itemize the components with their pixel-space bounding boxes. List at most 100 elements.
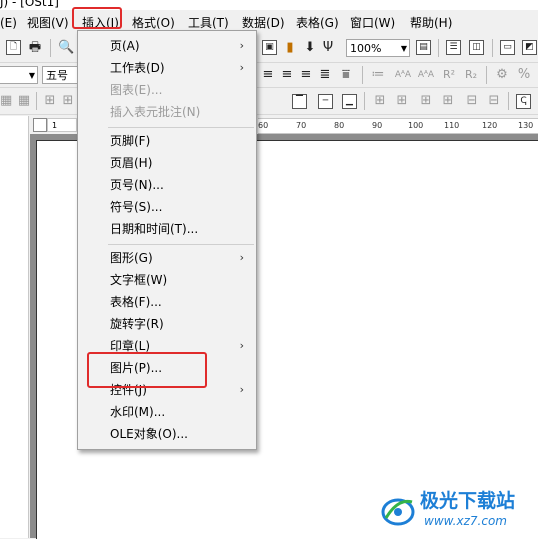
ruler-tick-label: 90	[372, 121, 383, 130]
char-spacing-icon[interactable]: AᴬA	[393, 67, 413, 83]
menu-item-chart[interactable]: 图表(E)...	[78, 79, 256, 101]
view-icon[interactable]: ▤	[416, 40, 431, 55]
printer-icon[interactable]: 🖶	[27, 40, 43, 56]
border-top-icon[interactable]: ▔	[292, 94, 307, 109]
menu-item-page[interactable]: 页(A) ›	[78, 35, 256, 57]
ruler-tick-label: 110	[444, 121, 460, 130]
toolbar-separator	[492, 39, 493, 57]
cell-split-icon[interactable]: ⊞	[60, 93, 76, 109]
toolbar-separator	[36, 92, 37, 110]
chevron-right-icon: ›	[239, 251, 244, 264]
toolbar-separator	[364, 92, 365, 110]
direction-icon[interactable]: ↅ	[516, 94, 531, 109]
row-insert-icon[interactable]: ⊞	[418, 93, 434, 109]
ruler-left-segment: 1	[47, 118, 77, 132]
toolbar-separator	[438, 39, 439, 57]
font-name-select[interactable]: ▼	[0, 66, 38, 84]
menu-view[interactable]: 视图(V)	[27, 14, 69, 32]
menu-item-ole-object[interactable]: OLE对象(O)...	[78, 423, 256, 445]
ruler-tick-label: 100	[408, 121, 424, 130]
menu-item-header[interactable]: 页眉(H)	[78, 152, 256, 174]
row-insert-icon[interactable]: ⊞	[440, 93, 456, 109]
menu-table[interactable]: 表格(G)	[296, 14, 339, 32]
menu-help[interactable]: 帮助(H)	[410, 14, 452, 32]
toolbar-separator	[486, 66, 487, 84]
chevron-down-icon: ▼	[400, 44, 407, 53]
window-icon[interactable]: ▭	[500, 40, 515, 55]
menu-edit[interactable]: (E)	[0, 14, 17, 32]
cell-merge-icon[interactable]: ⊞	[42, 93, 58, 109]
menu-item-watermark[interactable]: 水印(M)...	[78, 401, 256, 423]
chevron-right-icon: ›	[239, 39, 244, 52]
find-icon[interactable]: 🔍	[58, 40, 74, 56]
align-right-icon[interactable]: ≡	[298, 67, 314, 83]
toolbar-separator	[362, 66, 363, 84]
col-insert-icon[interactable]: ⊞	[394, 93, 410, 109]
ruler-tick-label: 130	[518, 121, 534, 130]
image-icon[interactable]: ▣	[262, 40, 277, 55]
symbol-icon[interactable]: Ψ	[320, 40, 336, 56]
ruler-tick-label: 70	[296, 121, 307, 130]
highlight-picture-item	[87, 352, 207, 388]
print-preview-icon[interactable]: 🗋	[6, 40, 21, 55]
watermark-url: www.xz7.com	[424, 514, 507, 528]
chevron-down-icon: ▼	[28, 71, 35, 80]
font-size-select[interactable]: 五号	[42, 66, 78, 84]
table-icon[interactable]: ▦	[0, 93, 12, 109]
justify-icon[interactable]: ≣	[317, 67, 333, 83]
menu-item-insert-comment[interactable]: 插入表元批注(N)	[78, 101, 256, 123]
superscript-icon[interactable]: R²	[440, 67, 458, 83]
menu-item-page-number[interactable]: 页号(N)...	[78, 174, 256, 196]
site-watermark: 极光下载站 www.xz7.com	[380, 482, 538, 538]
zoom-select[interactable]: 100% ▼	[346, 39, 410, 57]
align-center-icon[interactable]: ≡	[279, 67, 295, 83]
chevron-right-icon: ›	[239, 339, 244, 352]
char-scale-icon[interactable]: AᴬA	[416, 67, 436, 83]
menu-item-table[interactable]: 表格(F)...	[78, 291, 256, 313]
menu-item-rotated-text[interactable]: 旋转字(R)	[78, 313, 256, 335]
distribute-icon[interactable]: ⩸	[338, 67, 354, 83]
percent-icon[interactable]: %	[516, 67, 532, 83]
col-delete-icon[interactable]: ⊟	[486, 93, 502, 109]
menu-item-text-box[interactable]: 文字框(W)	[78, 269, 256, 291]
watermark-brand: 极光下载站	[420, 490, 516, 512]
ruler-tick-label: 120	[482, 121, 498, 130]
chevron-right-icon: ›	[239, 61, 244, 74]
align-left-icon[interactable]: ≡	[260, 67, 276, 83]
window-title: J) - [OSt1]	[0, 0, 59, 9]
insert-arrow-icon[interactable]: ⬇	[302, 40, 318, 56]
edit-frame-icon[interactable]: ◩	[522, 40, 537, 55]
toolbar-separator	[50, 39, 51, 57]
split-horizontal-icon[interactable]: ☰	[446, 40, 461, 55]
table-icon[interactable]: ▦	[16, 93, 32, 109]
menu-item-worksheet[interactable]: 工作表(D) ›	[78, 57, 256, 79]
menu-item-shape[interactable]: 图形(G) ›	[78, 247, 256, 269]
document-left-panel	[0, 116, 29, 538]
row-delete-icon[interactable]: ⊟	[464, 93, 480, 109]
ruler-tick-label: 80	[334, 121, 345, 130]
col-insert-icon[interactable]: ⊞	[372, 93, 388, 109]
highlight-insert-menu	[72, 7, 122, 29]
toolbar-separator	[508, 92, 509, 110]
font-size-value: 五号	[46, 69, 68, 82]
subscript-icon[interactable]: R₂	[462, 67, 480, 83]
border-bottom-icon[interactable]: ▁	[342, 94, 357, 109]
menu-item-footer[interactable]: 页脚(F)	[78, 130, 256, 152]
zoom-value: 100%	[350, 42, 382, 55]
ruler-corner-box[interactable]	[33, 118, 47, 132]
chevron-right-icon: ›	[239, 383, 244, 396]
border-middle-icon[interactable]: ─	[318, 94, 333, 109]
menu-window[interactable]: 窗口(W)	[350, 14, 395, 32]
ruler-label: 1	[52, 121, 58, 130]
split-vertical-icon[interactable]: ◫	[469, 40, 484, 55]
line-spacing-icon[interactable]: ≔	[370, 67, 386, 83]
menu-item-date-time[interactable]: 日期和时间(T)...	[78, 218, 256, 240]
menu-separator	[108, 127, 254, 128]
aurora-logo-icon	[381, 498, 415, 526]
menu-separator	[108, 244, 254, 245]
menu-item-symbol[interactable]: 符号(S)...	[78, 196, 256, 218]
horizontal-ruler[interactable]: 60 70 80 90 100 110 120 130	[258, 118, 538, 134]
format-brush-icon[interactable]: ⚙	[494, 67, 510, 83]
chart-icon[interactable]: ▮	[282, 40, 298, 56]
ruler-tick-label: 60	[258, 121, 269, 130]
